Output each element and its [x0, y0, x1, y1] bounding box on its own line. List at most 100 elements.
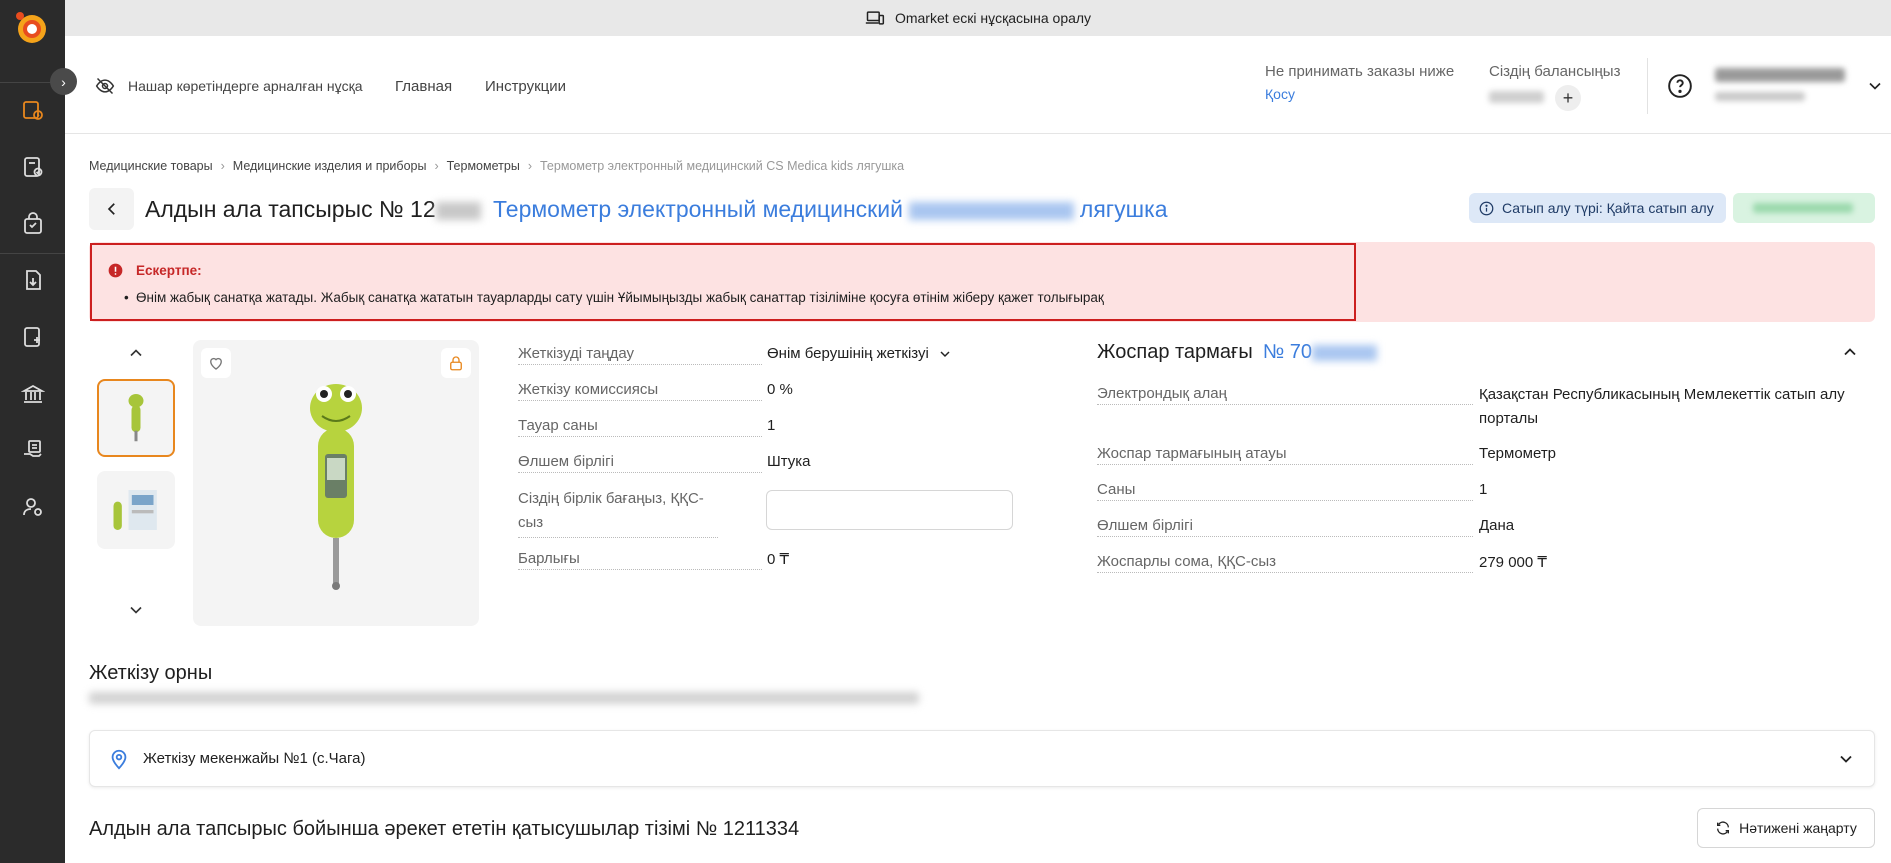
help-icon[interactable] [1667, 73, 1693, 99]
plan-number-blurred [1312, 344, 1377, 361]
old-version-banner[interactable]: Omarket ескі нұсқасына оралу [65, 0, 1891, 36]
chevron-up-icon[interactable] [1840, 342, 1860, 362]
favorite-button[interactable] [201, 348, 231, 378]
breadcrumb-item[interactable]: Термометры [447, 159, 520, 173]
user-settings-icon[interactable] [20, 494, 46, 520]
plan-sum-label: Жоспарлы сома, ҚҚС-сыз [1097, 553, 1473, 573]
product-main-image[interactable] [193, 340, 479, 626]
delivery-place-title: Жеткізу орны [89, 662, 213, 684]
breadcrumb-separator-icon: › [527, 159, 532, 173]
hand-document-icon[interactable] [20, 437, 46, 463]
warning-alert: Ескертпе: Өнім жабық санатқа жатады. Жаб… [89, 242, 1875, 322]
low-vision-link[interactable]: Нашар көретіндерге арналған нұсқа [128, 78, 363, 94]
min-orders-label: Не принимать заказы ниже [1265, 63, 1455, 80]
sidebar-divider [0, 253, 65, 254]
refresh-results-label: Нәтижені жаңарту [1739, 820, 1857, 836]
thumbnail-1[interactable] [97, 379, 175, 457]
back-button[interactable] [89, 188, 134, 230]
lock-icon [450, 356, 462, 371]
quantity-label: Тауар саны [518, 417, 762, 437]
platform-value: Қазақстан Республикасының Мемлекеттік са… [1479, 386, 1845, 427]
nav-instructions-link[interactable]: Инструкции [485, 78, 566, 95]
chevron-up-icon[interactable] [126, 343, 146, 363]
user-org-blurred [1715, 92, 1805, 101]
plan-item-number[interactable]: № 70 [1263, 341, 1312, 363]
nav-main-link[interactable]: Главная [395, 78, 452, 95]
thermometer-thumb-image [128, 394, 144, 442]
participants-title: Алдын ала тапсырыс бойынша әрекет ететін… [89, 818, 800, 840]
thumbnail-2[interactable] [97, 471, 175, 549]
header: Нашар көретіндерге арналған нұсқа Главна… [65, 36, 1891, 134]
product-brand-blurred[interactable] [908, 201, 1074, 220]
refresh-icon [1717, 821, 1730, 835]
add-document-icon[interactable] [20, 324, 46, 350]
chevron-down-icon[interactable] [126, 600, 146, 620]
plan-unit-value: Дана [1479, 517, 1515, 534]
plan-name-value: Термометр [1479, 445, 1557, 462]
breadcrumb-separator-icon: › [434, 159, 439, 173]
purchase-type-text: Сатып алу түрі: Қайта сатып алу [1502, 200, 1714, 216]
delivery-choice-value: Өнім берушінің жеткізуі [767, 345, 929, 362]
delivery-commission-value: 0 % [767, 381, 793, 398]
thermometer-image [310, 384, 362, 590]
min-orders-add-link[interactable]: Қосу [1265, 86, 1295, 102]
cart-check-icon[interactable] [20, 154, 46, 180]
user-name-blurred[interactable] [1715, 68, 1845, 82]
package-thumb-image [113, 490, 157, 530]
title-prefix: Алдын ала тапсырыс № 12 [145, 196, 436, 222]
chevron-down-icon [1840, 755, 1852, 763]
warning-text[interactable]: Өнім жабық санатқа жатады. Жабық санатқа… [124, 290, 1104, 305]
top-up-balance-button[interactable]: + [1555, 85, 1581, 111]
bank-icon[interactable] [20, 381, 46, 407]
plan-name-label: Жоспар тармағының атауы [1097, 445, 1473, 465]
old-version-link[interactable]: Omarket ескі нұсқасына оралу [895, 10, 1091, 26]
total-value: 0 ₸ [767, 551, 790, 568]
plan-sum-value: 279 000 ₸ [1479, 554, 1547, 571]
refresh-results-button[interactable]: Нәтижені жаңарту [1697, 808, 1875, 848]
chevron-down-icon [940, 350, 950, 357]
delivery-commission-label: Жеткізу комиссиясы [518, 381, 762, 401]
quantity-value: 1 [767, 417, 776, 434]
product-link-start[interactable]: Термометр электронный медицинский [493, 196, 903, 222]
order-number-blurred [435, 201, 481, 220]
balance-value-blurred [1489, 91, 1544, 103]
chevron-left-icon [107, 203, 115, 215]
header-divider [1647, 58, 1648, 114]
plan-count-value: 1 [1479, 481, 1488, 498]
eye-off-icon[interactable] [95, 76, 115, 96]
warning-highlight: Ескертпе: Өнім жабық санатқа жатады. Жаб… [90, 243, 1356, 321]
breadcrumb-item[interactable]: Медицинские товары [89, 159, 213, 173]
delivery-address-accordion[interactable]: Жеткізу мекенжайы №1 (с.Чага) [89, 730, 1875, 787]
closed-category-button[interactable] [441, 348, 471, 378]
orders-clock-icon[interactable] [20, 97, 46, 123]
omarket-logo-icon[interactable] [12, 8, 50, 46]
breadcrumb-current: Термометр электронный медицинский CS Med… [539, 159, 905, 173]
plan-item-heading: Жоспар тармағы [1097, 341, 1253, 363]
warning-title: Ескертпе: [136, 263, 202, 278]
sidebar-expand-button[interactable]: › [50, 68, 77, 95]
delivery-choice-select[interactable]: Өнім берушінің жеткізуі [767, 345, 953, 362]
document-download-icon[interactable] [20, 267, 46, 293]
chevron-down-icon[interactable] [1865, 76, 1885, 96]
unit-value: Штука [767, 453, 811, 470]
page-title: Алдын ала тапсырыс № 12 Термометр электр… [145, 196, 1168, 223]
delivery-choice-label: Жеткізуді таңдау [518, 345, 762, 365]
unit-price-input[interactable] [766, 490, 1013, 530]
status-badge-blurred [1733, 193, 1875, 223]
bag-icon[interactable] [20, 211, 46, 237]
unit-label: Өлшем бірлігі [518, 453, 762, 473]
plan-count-label: Саны [1097, 481, 1473, 501]
sidebar [0, 0, 65, 863]
platform-label: Электрондық алаң [1097, 385, 1473, 405]
alert-circle-icon [108, 263, 123, 278]
plan-item-title: Жоспар тармағы № 70 [1097, 341, 1377, 364]
breadcrumb-item[interactable]: Медицинские изделия и приборы [233, 159, 427, 173]
balance-label: Сіздің балансыңыз [1489, 63, 1621, 80]
unit-price-label: Сіздің бірлік бағаңыз, ҚҚС-сыз [518, 487, 718, 538]
location-pin-icon [111, 749, 127, 770]
plan-unit-label: Өлшем бірлігі [1097, 517, 1473, 537]
product-link-end[interactable]: лягушка [1080, 196, 1168, 222]
info-icon [1479, 201, 1494, 215]
total-label: Барлығы [518, 550, 762, 570]
devices-icon [865, 11, 885, 25]
